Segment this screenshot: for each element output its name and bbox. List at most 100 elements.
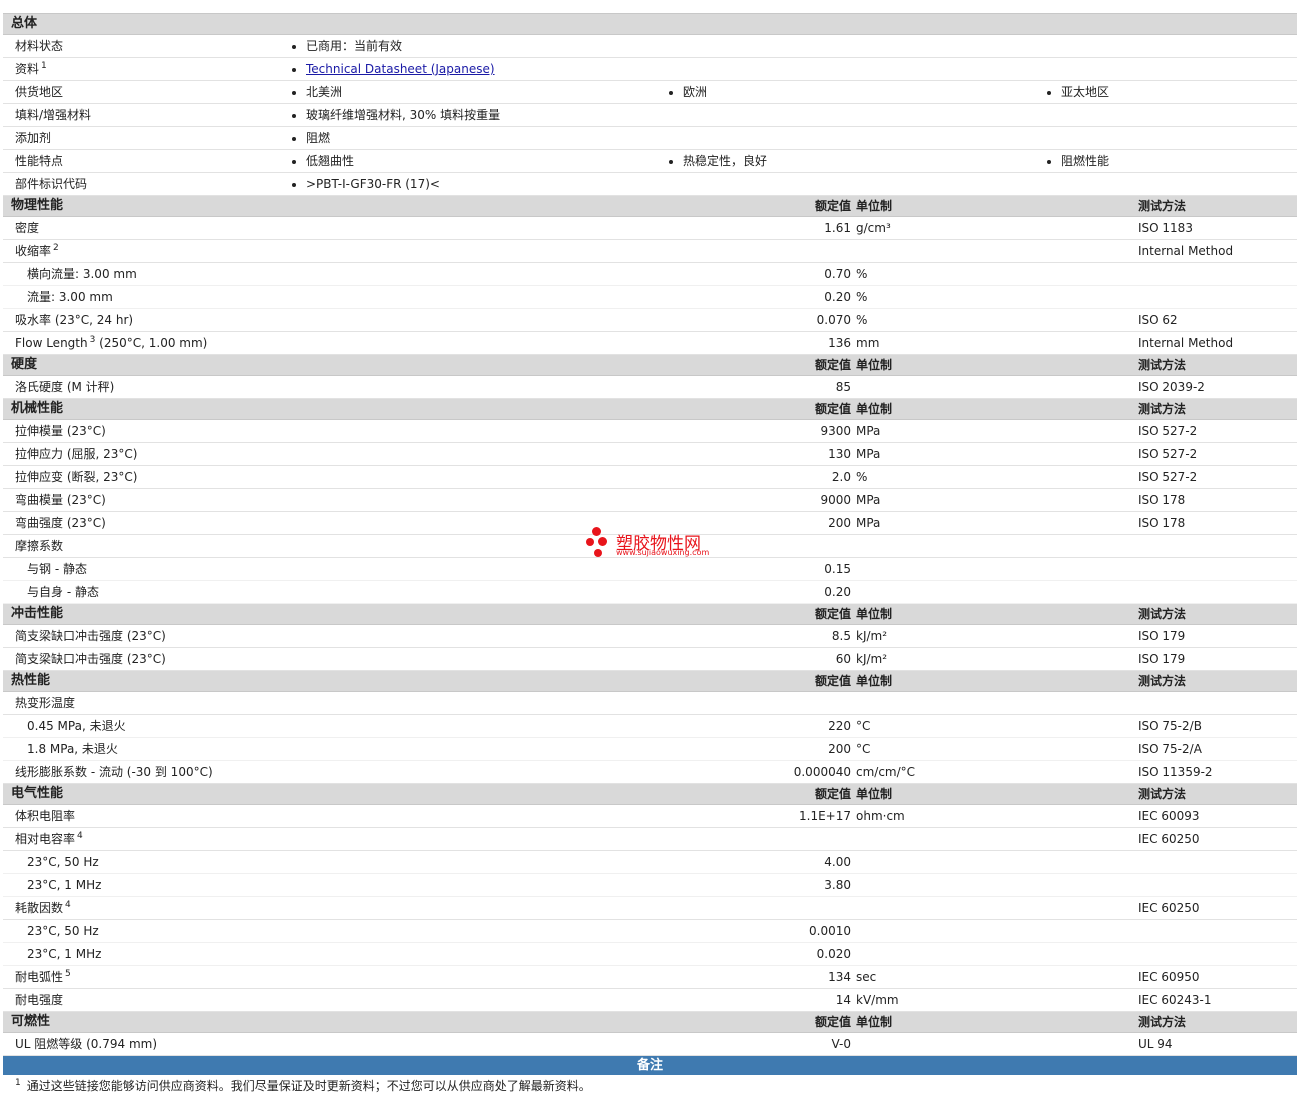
section-title: 电气性能 xyxy=(11,786,64,801)
property-value: 玻璃纤维增强材料, 30% 填料按重量 xyxy=(306,108,501,122)
section-header: 总体 xyxy=(3,14,1297,35)
property-value-cell: 玻璃纤维增强材料, 30% 填料按重量 xyxy=(292,104,500,126)
test-method: ISO 75-2/B xyxy=(1138,719,1202,733)
unit-value: % xyxy=(856,267,868,281)
property-name: 流量: 3.00 mm xyxy=(27,286,113,308)
property-row: 密度 1.61 g/cm³ ISO 1183 xyxy=(3,217,1297,240)
datasheet-link[interactable]: Technical Datasheet (Japanese) xyxy=(306,62,495,76)
section-title: 总体 xyxy=(11,16,38,31)
nominal-value: 14 xyxy=(835,993,851,1007)
bullet-icon xyxy=(1047,159,1051,164)
nominal-header: 额定值 xyxy=(814,199,851,213)
unit-value: kJ/m² xyxy=(856,652,888,666)
property-label: 拉伸应力 (屈服, 23°C) xyxy=(15,447,138,461)
footnote-ref: 4 xyxy=(65,900,71,910)
property-value: 亚太地区 xyxy=(1061,85,1110,99)
property-label: 耗散因数 xyxy=(15,901,64,915)
property-value: 阻燃 xyxy=(306,131,331,145)
property-row: 简支梁缺口冲击强度 (23°C) 60 kJ/m² ISO 179 xyxy=(3,648,1297,671)
property-name: 拉伸应变 (断裂, 23°C) xyxy=(15,466,137,488)
property-name: 弯曲强度 (23°C) xyxy=(15,512,106,534)
property-name: UL 阻燃等级 (0.794 mm) xyxy=(15,1033,157,1055)
test-method: ISO 179 xyxy=(1138,629,1186,643)
property-row: 部件标识代码 >PBT-I-GF30-FR (17)< xyxy=(3,173,1297,196)
property-value-cell: 欧洲 xyxy=(669,81,707,103)
property-row: 弯曲模量 (23°C) 9000 MPa ISO 178 xyxy=(3,489,1297,512)
property-value-cell: 热稳定性，良好 xyxy=(669,150,767,172)
property-value: >PBT-I-GF30-FR (17)< xyxy=(306,177,440,191)
property-name: 23°C, 50 Hz xyxy=(27,920,99,942)
property-label: 填料/增强材料 xyxy=(15,108,92,122)
property-row: 耐电弧性 5 134 sec IEC 60950 xyxy=(3,966,1297,989)
bullet-icon xyxy=(292,159,296,164)
property-label: 横向流量: 3.00 mm xyxy=(27,267,137,281)
unit-value: kJ/m² xyxy=(856,629,888,643)
property-name: 弯曲模量 (23°C) xyxy=(15,489,106,511)
nominal-value: 85 xyxy=(835,380,851,394)
property-value-cell: 北美洲 xyxy=(292,81,342,103)
method-header: 测试方法 xyxy=(1138,607,1187,621)
nominal-value: 8.5 xyxy=(831,629,851,643)
property-name: 收缩率 2 xyxy=(15,240,59,262)
unit-header: 单位制 xyxy=(856,1015,893,1029)
property-name: 与自身 - 静态 xyxy=(27,581,99,603)
property-label: 与自身 - 静态 xyxy=(27,585,99,599)
property-label: 线形膨胀系数 - 流动 (-30 到 100°C) xyxy=(15,765,213,779)
property-name: 简支梁缺口冲击强度 (23°C) xyxy=(15,648,166,670)
nominal-value: V-0 xyxy=(831,1037,851,1051)
property-label: 23°C, 50 Hz xyxy=(27,924,99,938)
property-row: 体积电阻率 1.1E+17 ohm·cm IEC 60093 xyxy=(3,805,1297,828)
property-name: 耐电强度 xyxy=(15,989,63,1011)
property-label: 流量: 3.00 mm xyxy=(27,290,113,304)
property-value-cell: 阻燃 xyxy=(292,127,330,149)
nominal-value: 220 xyxy=(828,719,851,733)
property-value-cell: 亚太地区 xyxy=(1047,81,1109,103)
bullet-icon xyxy=(292,67,296,72)
property-label: 23°C, 50 Hz xyxy=(27,855,99,869)
unit-header: 单位制 xyxy=(856,607,893,621)
test-method: IEC 60093 xyxy=(1138,809,1200,823)
section-title: 冲击性能 xyxy=(11,606,64,621)
property-label: 1.8 MPa, 未退火 xyxy=(27,742,118,756)
bullet-icon xyxy=(292,44,296,49)
unit-value: sec xyxy=(856,970,877,984)
property-label: 吸水率 (23°C, 24 hr) xyxy=(15,313,134,327)
property-name: 0.45 MPa, 未退火 xyxy=(27,715,126,737)
bullet-icon xyxy=(1047,90,1051,95)
footnote-text: 通过这些链接您能够访问供应商资料。我们尽量保证及时更新资料；不过您可以从供应商处… xyxy=(26,1079,591,1093)
unit-header: 单位制 xyxy=(856,674,893,688)
property-row: 23°C, 1 MHz 0.020 xyxy=(3,943,1297,966)
unit-value: ohm·cm xyxy=(856,809,905,823)
nominal-header: 额定值 xyxy=(814,787,851,801)
property-label: Flow Length xyxy=(15,336,88,350)
test-method: IEC 60243-1 xyxy=(1138,993,1212,1007)
property-label: 供货地区 xyxy=(15,85,64,99)
nominal-value: 4.00 xyxy=(824,855,851,869)
property-condition: (250°C, 1.00 mm) xyxy=(95,336,208,350)
property-label: 性能特点 xyxy=(15,154,64,168)
property-value-cell: 低翘曲性 xyxy=(292,150,354,172)
test-method: ISO 179 xyxy=(1138,652,1186,666)
property-label: 简支梁缺口冲击强度 (23°C) xyxy=(15,652,166,666)
unit-value: % xyxy=(856,470,868,484)
section-title: 硬度 xyxy=(11,357,38,372)
test-method: ISO 75-2/A xyxy=(1138,742,1202,756)
test-method: ISO 178 xyxy=(1138,516,1186,530)
nominal-value: 0.070 xyxy=(816,313,851,327)
property-name: 拉伸应力 (屈服, 23°C) xyxy=(15,443,137,465)
unit-value: MPa xyxy=(856,424,881,438)
property-name: 洛氏硬度 (M 计秤) xyxy=(15,376,114,398)
test-method: ISO 527-2 xyxy=(1138,447,1198,461)
property-row: 23°C, 50 Hz 0.0010 xyxy=(3,920,1297,943)
property-name: 耗散因数 4 xyxy=(15,897,71,919)
property-row: UL 阻燃等级 (0.794 mm) V-0 UL 94 xyxy=(3,1033,1297,1056)
nominal-value: 1.1E+17 xyxy=(799,809,851,823)
property-value-cell: Technical Datasheet (Japanese) xyxy=(292,58,495,80)
property-name: 1.8 MPa, 未退火 xyxy=(27,738,118,760)
property-row: 拉伸应变 (断裂, 23°C) 2.0% ISO 527-2 xyxy=(3,466,1297,489)
logo-dot-icon xyxy=(598,537,607,546)
property-name: 部件标识代码 xyxy=(15,173,87,195)
footnote-ref: 1 xyxy=(41,61,47,71)
method-header: 测试方法 xyxy=(1138,402,1187,416)
property-row: 相对电容率 4 IEC 60250 xyxy=(3,828,1297,851)
